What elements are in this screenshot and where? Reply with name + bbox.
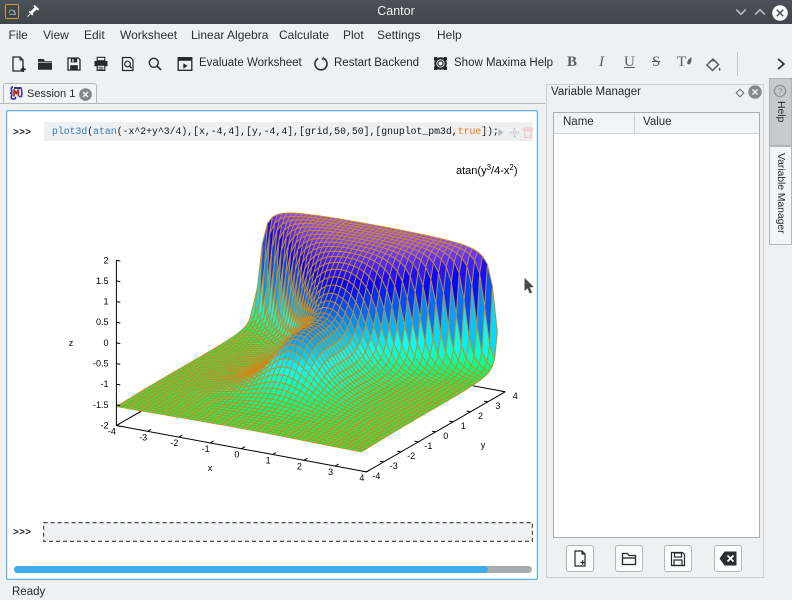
svg-text:?: ? [778, 86, 783, 96]
